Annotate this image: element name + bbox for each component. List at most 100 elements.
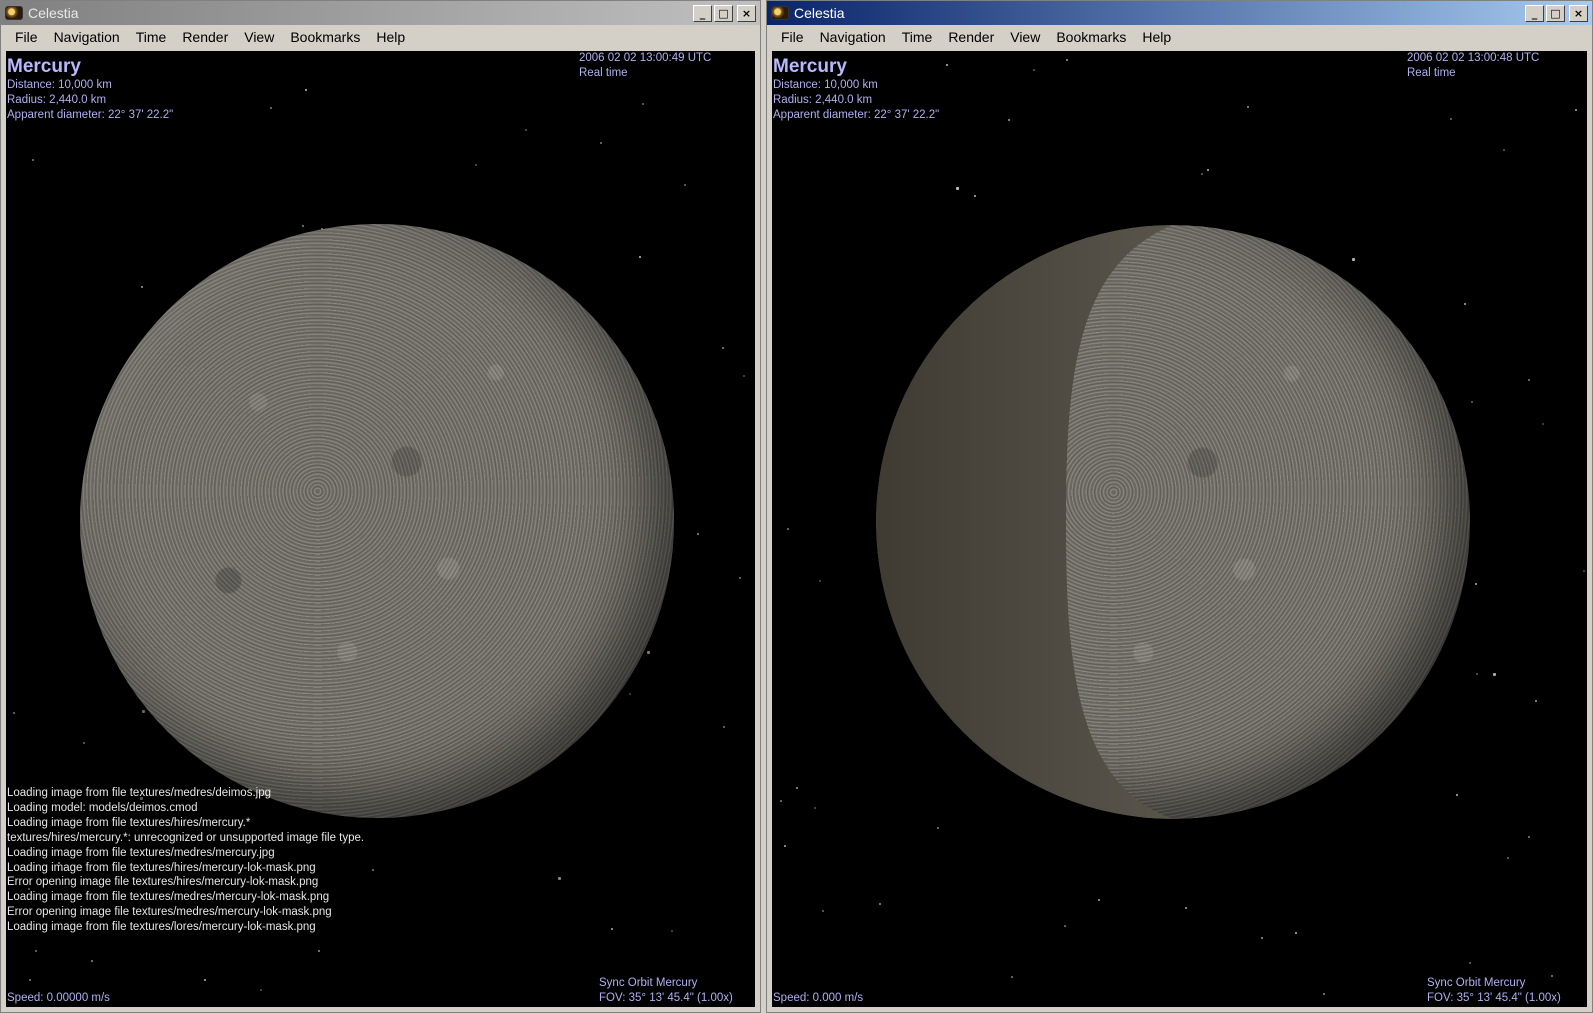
time-mode: Real time xyxy=(579,67,628,79)
mercury-planet[interactable] xyxy=(80,224,674,818)
star xyxy=(1352,258,1355,261)
object-name: Mercury xyxy=(7,56,81,77)
maximize-icon[interactable]: □ xyxy=(1546,4,1565,22)
menu-time[interactable]: Time xyxy=(128,27,175,47)
console-line: textures/hires/mercury.*: unrecognized o… xyxy=(7,831,365,844)
menu-file[interactable]: File xyxy=(7,27,46,47)
menu-help[interactable]: Help xyxy=(1134,27,1179,47)
star xyxy=(697,533,699,535)
console-line: Error opening image file textures/hires/… xyxy=(7,876,319,889)
star xyxy=(1323,993,1325,995)
star xyxy=(1493,673,1496,676)
menu-help[interactable]: Help xyxy=(368,27,413,47)
close-icon[interactable]: × xyxy=(1569,4,1588,22)
celestia-app-icon[interactable] xyxy=(771,6,789,20)
star xyxy=(13,712,15,714)
console-line: Loading image from file textures/medres/… xyxy=(7,787,271,799)
star xyxy=(1476,673,1478,675)
distance-readout: Distance: 10,000 km xyxy=(773,79,878,91)
menu-time[interactable]: Time xyxy=(894,27,941,47)
render-viewport[interactable]: Mercury Distance: 10,000 km Radius: 2,44… xyxy=(772,51,1587,1007)
star xyxy=(1201,173,1203,175)
fov-readout: FOV: 35° 13' 45.4" (1.00x) xyxy=(1427,992,1561,1004)
star xyxy=(305,89,307,91)
sync-orbit-readout: Sync Orbit Mercury xyxy=(599,977,698,989)
title-bar[interactable]: Celestia _ □ × xyxy=(1,1,760,25)
menu-bar: File Navigation Time Render View Bookmar… xyxy=(767,25,1592,49)
menu-render[interactable]: Render xyxy=(174,27,236,47)
star xyxy=(956,187,959,190)
console-line: Loading image from file textures/hires/m… xyxy=(7,816,251,829)
star xyxy=(558,877,561,880)
star xyxy=(1064,925,1066,927)
speed-readout: Speed: 0.000 m/s xyxy=(773,992,864,1004)
star xyxy=(684,184,686,186)
star xyxy=(1011,976,1013,978)
star xyxy=(1542,423,1544,425)
star xyxy=(1528,836,1530,838)
window-title: Celestia xyxy=(28,5,79,21)
star xyxy=(819,580,821,582)
menu-bookmarks[interactable]: Bookmarks xyxy=(282,27,368,47)
star xyxy=(1469,962,1471,964)
console-line: Loading image from file textures/lores/m… xyxy=(7,921,316,934)
star xyxy=(260,989,262,991)
star xyxy=(671,930,673,932)
star xyxy=(372,869,374,871)
time-info: 2006 02 02 13:00:48 UTC Real time xyxy=(1407,51,1539,81)
menu-view[interactable]: View xyxy=(236,27,282,47)
console-line: Loading model: models/deimos.cmod xyxy=(7,801,198,814)
minimize-icon[interactable]: _ xyxy=(693,4,712,22)
menu-navigation[interactable]: Navigation xyxy=(46,27,128,47)
sync-orbit-readout: Sync Orbit Mercury xyxy=(1427,977,1526,989)
console-line: Error opening image file textures/medres… xyxy=(7,906,332,919)
mercury-planet[interactable] xyxy=(876,225,1470,819)
star xyxy=(743,375,745,377)
star xyxy=(1535,700,1537,702)
star xyxy=(204,979,206,981)
minimize-icon[interactable]: _ xyxy=(1525,4,1544,22)
star xyxy=(1475,583,1477,585)
star xyxy=(796,787,798,789)
render-viewport[interactable]: Mercury Distance: 10,000 km Radius: 2,44… xyxy=(6,51,755,1007)
celestia-window-left: Celestia _ □ × File Navigation Time Rend… xyxy=(0,0,761,1013)
star xyxy=(611,928,613,930)
star xyxy=(525,129,527,131)
close-icon[interactable]: × xyxy=(737,4,756,22)
star xyxy=(1207,169,1209,171)
menu-render[interactable]: Render xyxy=(940,27,1002,47)
maximize-icon[interactable]: □ xyxy=(714,4,733,22)
menu-view[interactable]: View xyxy=(1002,27,1048,47)
star xyxy=(1464,303,1466,305)
star xyxy=(475,164,477,166)
star xyxy=(1456,794,1458,796)
radius-readout: Radius: 2,440.0 km xyxy=(773,94,873,106)
star xyxy=(784,845,786,847)
menu-bookmarks[interactable]: Bookmarks xyxy=(1048,27,1134,47)
apparent-diameter-readout: Apparent diameter: 22° 37' 22.2" xyxy=(7,109,174,121)
star xyxy=(787,528,789,530)
object-name: Mercury xyxy=(773,56,847,77)
console-line: Loading image from file textures/hires/m… xyxy=(7,861,316,874)
menu-file[interactable]: File xyxy=(773,27,812,47)
star xyxy=(142,710,145,713)
star xyxy=(647,651,650,654)
console-log: Loading image from file textures/medres/… xyxy=(7,786,364,935)
title-bar[interactable]: Celestia _ □ × xyxy=(767,1,1592,25)
speed-info: Speed: 0.00000 m/s xyxy=(7,991,110,1006)
celestia-app-icon[interactable] xyxy=(5,6,23,20)
speed-info: Speed: 0.000 m/s xyxy=(773,991,863,1006)
radius-readout: Radius: 2,440.0 km xyxy=(7,94,107,106)
speed-readout: Speed: 0.00000 m/s xyxy=(7,992,110,1004)
star xyxy=(946,64,948,66)
star xyxy=(879,903,881,905)
menu-bar: File Navigation Time Render View Bookmar… xyxy=(1,25,760,49)
star xyxy=(1033,69,1035,71)
star xyxy=(722,347,724,349)
star xyxy=(1450,118,1452,120)
star xyxy=(1575,109,1577,111)
star xyxy=(1185,907,1187,909)
menu-navigation[interactable]: Navigation xyxy=(812,27,894,47)
star xyxy=(1008,119,1010,121)
star xyxy=(1261,937,1263,939)
